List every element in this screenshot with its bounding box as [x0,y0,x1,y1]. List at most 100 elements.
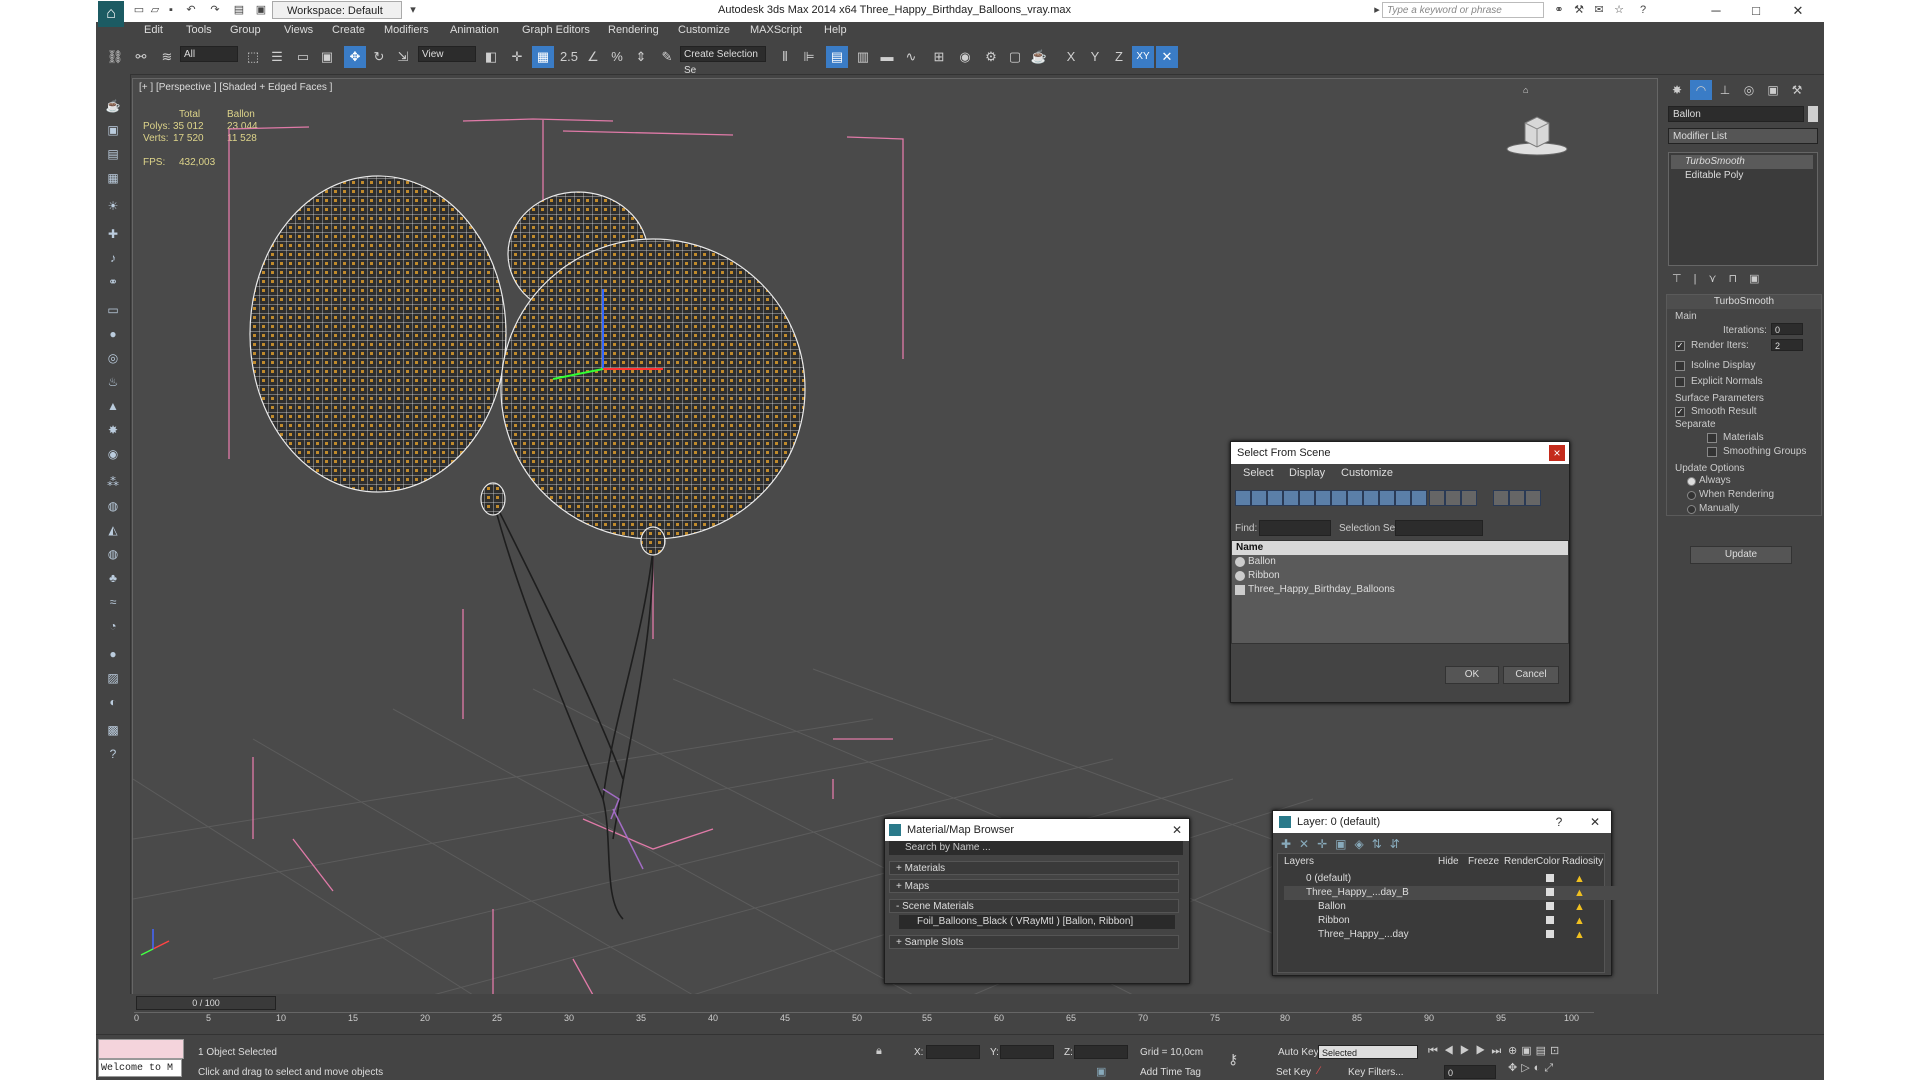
sfs-columns-icon[interactable] [1525,490,1541,506]
update-manually-radio[interactable] [1687,505,1696,514]
modify-tab-icon[interactable]: ◠ [1690,80,1712,100]
ok-button[interactable]: OK [1445,666,1499,684]
communication-icon[interactable]: ✉ [1592,3,1606,17]
particles-icon[interactable]: ⁂ [102,472,124,492]
sun-icon[interactable]: ✸ [102,420,124,440]
camera-icon[interactable]: ◭ [102,520,124,540]
maxscript-listener[interactable] [98,1039,184,1059]
home-icon[interactable]: ⌂ [1523,85,1531,95]
filter-spacewarps-icon[interactable] [1315,490,1331,506]
maximize-button[interactable]: □ [1736,2,1776,20]
cone-icon[interactable]: ▲ [102,396,124,416]
percent-snap-icon[interactable]: % [606,46,628,68]
new-file-icon[interactable]: ▭ [132,3,146,17]
light-icon[interactable]: ☀ [102,196,124,216]
material-search-input[interactable]: Search by Name ... [889,841,1183,855]
layers-header[interactable]: Layers [1284,856,1314,867]
teapot-icon[interactable]: ☕ [102,96,124,116]
turbosmooth-rollout-title[interactable]: TurboSmooth [1667,295,1821,309]
edit-named-selection-icon[interactable]: ✎ [656,46,678,68]
set-key-button[interactable]: Set Key [1276,1067,1311,1078]
select-manipulate-icon[interactable]: ✛ [506,46,528,68]
object-color-swatch[interactable] [1808,106,1818,122]
tools-icon[interactable]: ⚒ [1572,3,1586,17]
sfs-menu-customize[interactable]: Customize [1341,467,1393,479]
link-icon[interactable]: ⛓ [104,46,126,68]
add-time-tag[interactable]: Add Time Tag [1140,1067,1201,1078]
help-icon[interactable]: ? [1636,3,1650,17]
render-frame-icon[interactable]: ▣ [102,120,124,140]
material-editor-icon[interactable]: ◉ [954,46,976,68]
keyboard-shortcut-toggle-icon[interactable]: ▦ [532,46,554,68]
viewcube-icon[interactable] [1505,109,1569,157]
selection-set-dropdown[interactable] [1395,520,1483,536]
favorites-icon[interactable]: ☆ [1612,3,1626,17]
filter-helpers-icon[interactable] [1299,490,1315,506]
window-crossing-icon[interactable]: ▣ [316,46,338,68]
workspace-menu-icon[interactable]: ▾ [406,3,420,17]
z-coord-field[interactable] [1074,1045,1128,1059]
snap-toggle-icon[interactable]: 2.5 [558,46,580,68]
axis-z-button[interactable]: Z [1108,46,1130,68]
rect-selection-icon[interactable]: ▭ [292,46,314,68]
layer-toolbar-icons[interactable]: ✚✕✛▣◈⇅⇵ [1281,837,1451,853]
undo-icon[interactable]: ↶ [184,3,198,17]
select-by-name-icon[interactable]: ☰ [266,46,288,68]
freeze-header[interactable]: Freeze [1468,856,1499,867]
cancel-button[interactable]: Cancel [1503,666,1559,684]
menu-graph-editors[interactable]: Graph Editors [522,24,590,36]
select-from-scene-close-button[interactable]: × [1549,445,1565,461]
object-name-field[interactable]: Ballon [1668,106,1804,122]
update-always-radio[interactable] [1687,477,1696,486]
audio-icon[interactable]: ♪ [102,248,124,268]
select-rotate-icon[interactable]: ↻ [368,46,390,68]
timeline-ruler[interactable]: 0 5 10 15 20 25 30 35 40 45 50 55 60 65 … [134,1012,1594,1033]
render-iters-checkbox[interactable]: ✓ [1675,341,1685,351]
time-tag-icon[interactable]: ▣ [1096,1065,1106,1078]
y-coord-field[interactable] [1000,1045,1054,1059]
auto-key-button[interactable]: Auto Key [1278,1047,1319,1058]
hide-header[interactable]: Hide [1438,856,1459,867]
filter-hidden-icon[interactable] [1411,490,1427,506]
filter-bones-icon[interactable] [1363,490,1379,506]
exposure-icon[interactable]: ▩ [102,720,124,740]
key-mode-dropdown[interactable]: Selected [1318,1045,1418,1059]
modifier-list-dropdown[interactable]: Modifier List [1668,128,1818,144]
ref-coord-dropdown[interactable]: View [418,46,476,62]
scene-explorer-icon[interactable]: ▤ [826,46,848,68]
cylinder-icon[interactable]: ◎ [102,348,124,368]
material-browser-close-button[interactable]: ✕ [1169,822,1185,838]
select-scale-icon[interactable]: ⇲ [392,46,414,68]
teapot-primitive-icon[interactable]: ♨ [102,372,124,392]
axis-y-button[interactable]: Y [1084,46,1106,68]
menu-tools[interactable]: Tools [186,24,212,36]
project-folder-icon[interactable]: ▣ [254,3,268,17]
display-none-icon[interactable] [1445,490,1461,506]
stack-tools-icon[interactable]: ⊤|⋎⊓▣ [1672,272,1812,288]
filter-groups-icon[interactable] [1331,490,1347,506]
menu-views[interactable]: Views [284,24,313,36]
menu-help[interactable]: Help [824,24,847,36]
curve-editor-icon[interactable]: ∿ [900,46,922,68]
layer-color-swatches[interactable] [1546,874,1554,944]
x-coord-field[interactable] [926,1045,980,1059]
rendered-frame-icon[interactable]: ▢ [1004,46,1026,68]
stack-item-editable-poly[interactable]: Editable Poly [1671,169,1813,183]
select-object-icon[interactable]: ⬚ [242,46,264,68]
axis-constraint-icon[interactable]: ✕ [1156,46,1178,68]
close-button[interactable]: ✕ [1778,2,1818,20]
iterations-spinner[interactable]: 0 [1771,323,1803,335]
menu-rendering[interactable]: Rendering [608,24,659,36]
filter-geometry-icon[interactable] [1235,490,1251,506]
menu-group[interactable]: Group [230,24,261,36]
hair-icon[interactable]: ≈ [102,592,124,612]
sfs-menu-select[interactable]: Select [1243,467,1274,479]
update-button[interactable]: Update [1690,546,1792,564]
balloon-front[interactable] [500,238,806,540]
redo-icon[interactable]: ↷ [208,3,222,17]
search-input[interactable]: Type a keyword or phrase [1382,2,1544,18]
globe-icon[interactable]: ◍ [102,544,124,564]
render-iters-spinner[interactable]: 2 [1771,339,1803,351]
key-icon[interactable]: ⚷ [1228,1051,1238,1068]
layer-manager-icon[interactable]: ▥ [852,46,874,68]
